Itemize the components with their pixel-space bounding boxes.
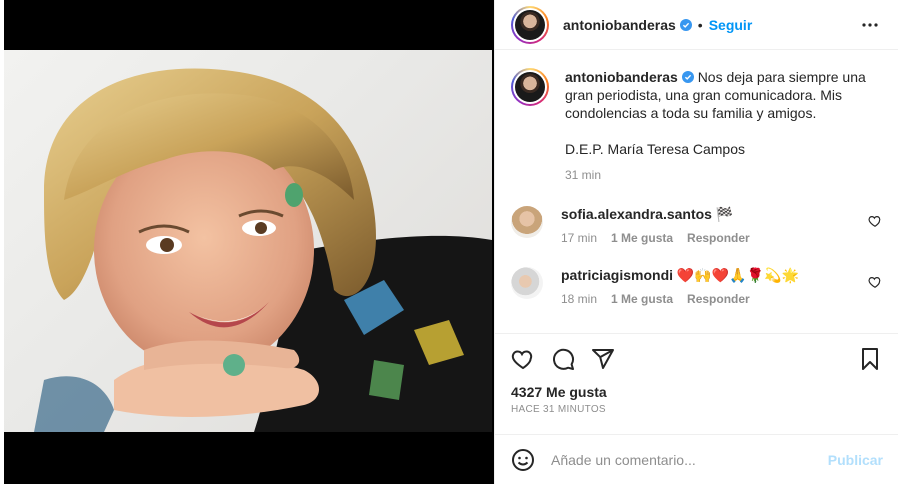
comments-section: antoniobanderas Nos deja para siempre un… [495, 50, 898, 334]
author-username[interactable]: antoniobanderas [563, 17, 676, 33]
caption-time[interactable]: 31 min [565, 166, 601, 184]
post-actions [495, 334, 898, 384]
comment-item: patriciagismondi ❤️🙌❤️🙏🌹💫🌟 18 min 1 Me g… [511, 267, 882, 306]
post-header: antoniobanderas • Seguir [495, 0, 898, 50]
comment-input[interactable] [551, 451, 811, 468]
separator-dot: • [697, 16, 703, 33]
caption-author-username[interactable]: antoniobanderas [565, 69, 678, 85]
post-photo[interactable] [4, 50, 492, 432]
comment-likes[interactable]: 1 Me gusta [611, 292, 673, 306]
comment-text: ❤️🙌❤️🙏🌹💫🌟 [676, 267, 799, 283]
comment-icon[interactable] [551, 347, 575, 371]
verified-badge-icon [681, 71, 694, 83]
caption-author-avatar[interactable] [511, 68, 549, 106]
likes-count[interactable]: 4327 Me gusta [495, 384, 898, 400]
post-timestamp[interactable]: HACE 31 MINUTOS [495, 400, 898, 415]
follow-button[interactable]: Seguir [709, 17, 753, 33]
comment-time[interactable]: 17 min [561, 231, 597, 245]
caption-rip-line: D.E.P. María Teresa Campos [565, 141, 746, 157]
commenter-username[interactable]: patriciagismondi [561, 267, 673, 283]
more-options-icon[interactable] [858, 13, 882, 37]
comment-time[interactable]: 18 min [561, 292, 597, 306]
commenter-avatar[interactable] [511, 206, 543, 238]
share-icon[interactable] [591, 347, 615, 371]
instagram-post: antoniobanderas • Seguir antoniobanderas… [0, 0, 898, 484]
heart-icon[interactable] [511, 347, 535, 371]
commenter-username[interactable]: sofia.alexandra.santos [561, 206, 712, 222]
commenter-avatar[interactable] [511, 267, 543, 299]
post-media [0, 0, 494, 484]
caption-body: antoniobanderas Nos deja para siempre un… [565, 68, 881, 184]
verified-badge-icon [679, 18, 692, 31]
add-comment-bar: Publicar [495, 434, 898, 484]
reply-button[interactable]: Responder [687, 231, 750, 245]
comment-likes[interactable]: 1 Me gusta [611, 231, 673, 245]
author-avatar[interactable] [511, 5, 549, 44]
caption: antoniobanderas Nos deja para siempre un… [511, 50, 882, 184]
heart-icon[interactable] [868, 275, 882, 289]
emoji-icon[interactable] [511, 448, 535, 472]
reply-button[interactable]: Responder [687, 292, 750, 306]
bookmark-icon[interactable] [858, 347, 882, 371]
post-side-panel: antoniobanderas • Seguir antoniobanderas… [494, 0, 898, 484]
woman-portrait-image [34, 68, 492, 432]
heart-icon[interactable] [868, 214, 882, 228]
comment-text: 🏁 [715, 206, 734, 222]
publish-button[interactable]: Publicar [828, 452, 883, 468]
comment-item: sofia.alexandra.santos 🏁 17 min 1 Me gus… [511, 206, 882, 245]
